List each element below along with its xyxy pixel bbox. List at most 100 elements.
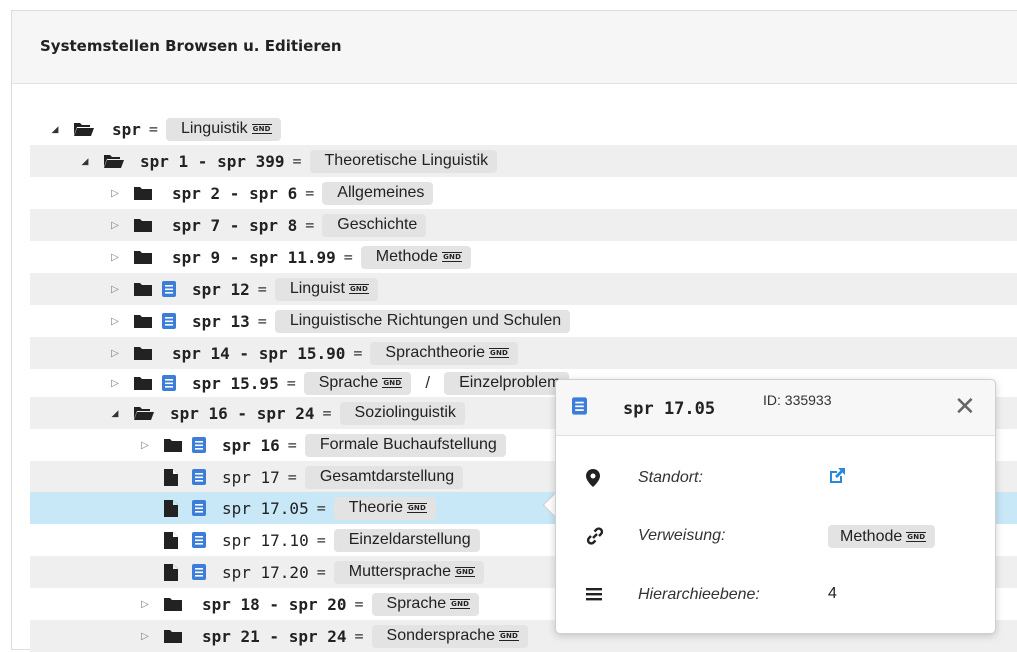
folder-open-icon	[74, 121, 94, 137]
popover-code: spr 17.05	[623, 399, 716, 419]
folder-icon	[134, 217, 154, 233]
node-code: spr 16 - spr 24	[170, 403, 315, 423]
expand-toggle-icon[interactable]: ▷	[108, 220, 122, 231]
node-label[interactable]: Muttersprache GND	[333, 560, 485, 584]
node-label[interactable]: Formale Buchaufstellung	[304, 433, 506, 457]
document-icon	[164, 499, 184, 517]
expand-toggle-icon[interactable]: ▷	[138, 631, 152, 642]
node-code: spr 17.20	[222, 562, 309, 582]
gnd-badge-icon: GND	[906, 531, 927, 542]
equals-sign: =	[305, 184, 315, 202]
tree-node[interactable]: ▷ spr 7 - spr 8 = Geschichte	[30, 209, 1017, 241]
node-label[interactable]: Linguist GND	[274, 277, 378, 301]
equals-sign: =	[353, 344, 363, 362]
node-label-secondary[interactable]: Einzelproblem	[444, 371, 570, 395]
equals-sign: =	[257, 312, 267, 330]
expand-toggle-icon[interactable]: ▷	[108, 284, 122, 295]
equals-sign: =	[316, 531, 326, 549]
equals-sign: =	[287, 468, 297, 486]
expand-toggle-icon[interactable]: ▷	[108, 378, 122, 389]
hierarchie-value: 4	[828, 585, 837, 602]
equals-sign: =	[257, 280, 267, 298]
gnd-badge-icon: GND	[348, 284, 369, 294]
node-code: spr 17.10	[222, 530, 309, 550]
gnd-badge-icon: GND	[499, 631, 520, 641]
gnd-badge-icon: GND	[406, 503, 427, 513]
expand-toggle-icon[interactable]: ▷	[108, 316, 122, 327]
tree-node[interactable]: ▷ spr 13 = Linguistische Richtungen und …	[30, 305, 1017, 337]
folder-open-icon	[134, 405, 154, 421]
node-label[interactable]: Geschichte	[322, 213, 427, 237]
node-label[interactable]: Theorie GND	[333, 496, 436, 520]
node-label[interactable]: Linguistik GND	[165, 117, 281, 141]
node-code: spr 16	[222, 435, 280, 455]
panel-title: Systemstellen Browsen u. Editieren	[40, 37, 342, 55]
book-icon[interactable]	[162, 375, 178, 391]
hierarchie-row: Hierarchieebene: 4	[556, 581, 995, 611]
equals-sign: =	[148, 120, 158, 138]
popover-header: spr 17.05 ID: 335933 ✕	[556, 380, 995, 436]
node-label[interactable]: Allgemeines	[322, 181, 434, 205]
node-code: spr 17.05	[222, 498, 309, 518]
book-icon[interactable]	[192, 500, 208, 516]
list-icon	[586, 586, 604, 606]
link-icon	[586, 527, 604, 547]
folder-icon	[164, 596, 184, 612]
equals-sign: =	[292, 152, 302, 170]
node-label[interactable]: Gesamtdarstellung	[304, 465, 464, 489]
node-label[interactable]: Methode GND	[360, 245, 472, 269]
node-label[interactable]: Soziolinguistik	[339, 401, 465, 425]
node-label[interactable]: Sprache GND	[371, 592, 480, 616]
standort-row: Standort:	[556, 464, 995, 494]
gnd-badge-icon: GND	[251, 124, 272, 134]
node-label[interactable]: Theoretische Linguistik	[309, 149, 498, 173]
external-link-icon[interactable]	[828, 467, 846, 490]
expand-toggle-icon[interactable]: ▷	[138, 440, 152, 451]
node-label[interactable]: Einzeldarstellung	[333, 528, 480, 552]
gnd-badge-icon: GND	[442, 252, 463, 262]
node-code: spr 14 - spr 15.90	[172, 343, 346, 363]
verweisung-value[interactable]: Methode GND	[828, 525, 936, 548]
book-icon[interactable]	[162, 313, 178, 329]
node-label[interactable]: Sprachtheorie GND	[370, 341, 519, 365]
equals-sign: =	[286, 374, 296, 392]
tree-node[interactable]: ◢ spr = Linguistik GND	[30, 113, 1017, 145]
expand-toggle-icon[interactable]: ▷	[108, 252, 122, 263]
node-code: spr 17	[222, 467, 280, 487]
node-code: spr 13	[192, 311, 250, 331]
collapse-toggle-icon[interactable]: ◢	[78, 156, 92, 167]
book-icon[interactable]	[162, 281, 178, 297]
equals-sign: =	[305, 216, 315, 234]
verweisung-row: Verweisung: Methode GND	[556, 522, 995, 552]
node-code: spr 9 - spr 11.99	[172, 247, 336, 267]
map-marker-icon	[586, 469, 604, 489]
book-icon[interactable]	[192, 469, 208, 485]
folder-icon	[134, 345, 154, 361]
book-icon[interactable]	[192, 532, 208, 548]
tree-node[interactable]: ▷ spr 9 - spr 11.99 = Methode GND	[30, 241, 1017, 273]
gnd-badge-icon: GND	[489, 348, 510, 358]
expand-toggle-icon[interactable]: ▷	[108, 348, 122, 359]
close-icon[interactable]: ✕	[954, 394, 976, 420]
node-code: spr 15.95	[192, 373, 279, 393]
book-icon[interactable]	[192, 437, 208, 453]
equals-sign: =	[343, 248, 353, 266]
document-icon	[164, 563, 184, 581]
collapse-toggle-icon[interactable]: ◢	[108, 408, 122, 419]
book-icon	[572, 397, 587, 420]
expand-toggle-icon[interactable]: ▷	[138, 599, 152, 610]
collapse-toggle-icon[interactable]: ◢	[48, 124, 62, 135]
tree-node[interactable]: ▷ spr 14 - spr 15.90 = Sprachtheorie GND	[30, 337, 1017, 369]
hierarchie-label: Hierarchieebene:	[638, 586, 760, 603]
tree-node[interactable]: ◢ spr 1 - spr 399 = Theoretische Linguis…	[30, 145, 1017, 177]
book-icon[interactable]	[192, 564, 208, 580]
tree-node[interactable]: ▷ spr 2 - spr 6 = Allgemeines	[30, 177, 1017, 209]
tree-node[interactable]: ▷ spr 12 = Linguist GND	[30, 273, 1017, 305]
equals-sign: =	[354, 595, 364, 613]
node-code: spr 2 - spr 6	[172, 183, 298, 203]
node-label[interactable]: Sondersprache GND	[371, 624, 529, 648]
expand-toggle-icon[interactable]: ▷	[108, 188, 122, 199]
node-label[interactable]: Linguistische Richtungen und Schulen	[274, 309, 571, 333]
node-label[interactable]: Sprache GND	[303, 371, 412, 395]
folder-icon	[164, 437, 184, 453]
